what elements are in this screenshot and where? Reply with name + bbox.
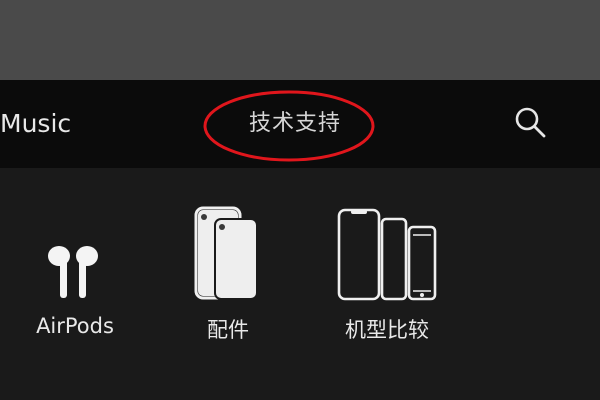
product-item-accessories[interactable]: 配件 — [180, 206, 276, 348]
top-banner — [0, 0, 600, 80]
accessories-icon — [194, 206, 258, 300]
airpods-icon — [48, 246, 98, 298]
nav-item-music[interactable]: Music — [0, 106, 71, 142]
product-navigation: AirPods 配件 机型比较 — [0, 168, 600, 400]
global-navbar: Music 技术支持 — [0, 80, 600, 168]
product-item-airpods[interactable]: AirPods — [20, 228, 130, 348]
product-label-compare-models: 机型比较 — [345, 318, 429, 342]
product-label-airpods: AirPods — [36, 314, 114, 338]
product-label-accessories: 配件 — [207, 318, 249, 342]
nav-item-support[interactable]: 技术支持 — [249, 106, 341, 142]
search-icon — [515, 107, 546, 138]
search-button[interactable] — [512, 104, 548, 140]
product-item-compare-models[interactable]: 机型比较 — [332, 206, 442, 348]
compare-models-icon — [337, 208, 437, 301]
